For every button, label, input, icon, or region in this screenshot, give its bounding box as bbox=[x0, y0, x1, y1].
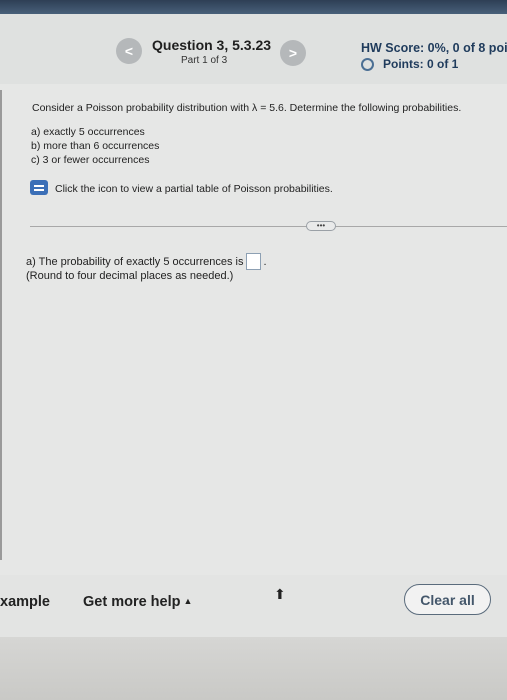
get-more-help-button[interactable]: Get more help ▲ bbox=[83, 594, 192, 610]
background-surface bbox=[0, 637, 507, 700]
help-label: Get more help bbox=[83, 594, 181, 610]
clear-all-button[interactable]: Clear all bbox=[404, 584, 491, 615]
circle-icon bbox=[361, 57, 374, 71]
left-divider bbox=[0, 90, 2, 560]
answer-period: . bbox=[263, 255, 267, 268]
section-divider bbox=[30, 226, 507, 227]
hw-score: HW Score: 0%, 0 of 8 poin bbox=[361, 41, 507, 55]
table-icon[interactable] bbox=[30, 180, 48, 195]
question-title: Question 3, 5.3.23 bbox=[152, 37, 272, 53]
answer-prompt: a) The probability of exactly 5 occurren… bbox=[26, 255, 244, 268]
next-question-button[interactable]: > bbox=[280, 40, 306, 66]
answer-line: a) The probability of exactly 5 occurren… bbox=[26, 253, 267, 270]
top-bar bbox=[0, 0, 507, 14]
cursor-icon: ⬆ bbox=[274, 586, 286, 602]
item-c: c) 3 or fewer occurrences bbox=[31, 154, 150, 166]
example-button[interactable]: xample bbox=[0, 594, 50, 610]
question-header: < Question 3, 5.3.23 Part 1 of 3 > HW Sc… bbox=[0, 14, 507, 84]
points-label: Points: 0 of 1 bbox=[383, 57, 459, 71]
item-a: a) exactly 5 occurrences bbox=[31, 126, 145, 138]
question-content bbox=[0, 84, 507, 644]
points-status: Points: 0 of 1 bbox=[361, 57, 458, 71]
rounding-note: (Round to four decimal places as needed.… bbox=[26, 270, 234, 282]
previous-question-button[interactable]: < bbox=[116, 38, 142, 64]
chevron-left-icon: < bbox=[124, 43, 134, 59]
answer-input[interactable] bbox=[246, 253, 262, 270]
table-link-text: Click the icon to view a partial table o… bbox=[55, 183, 333, 195]
problem-prompt: Consider a Poisson probability distribut… bbox=[32, 102, 462, 114]
question-part: Part 1 of 3 bbox=[181, 55, 228, 66]
item-b: b) more than 6 occurrences bbox=[31, 140, 160, 152]
caret-up-icon: ▲ bbox=[183, 596, 193, 606]
chevron-right-icon: > bbox=[288, 45, 298, 61]
expand-button[interactable]: ••• bbox=[306, 221, 336, 231]
